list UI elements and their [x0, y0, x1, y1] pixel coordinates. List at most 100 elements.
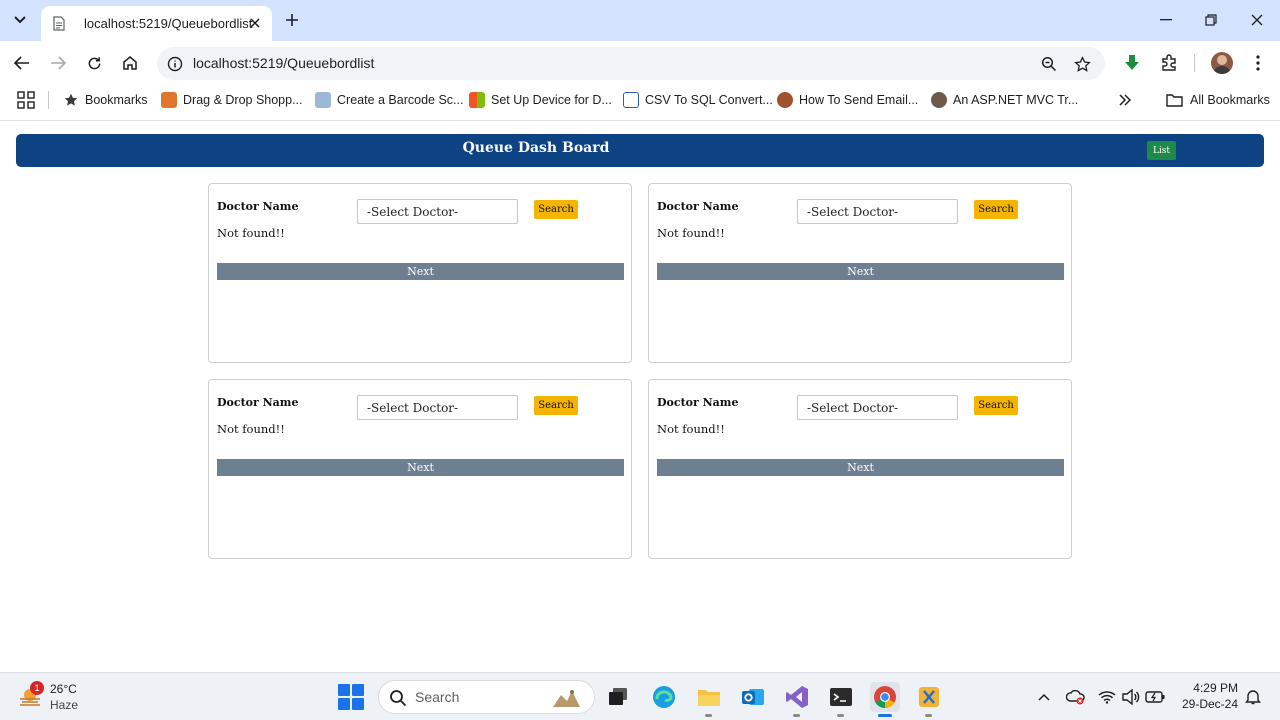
more-menu-icon[interactable]: [1246, 51, 1270, 75]
home-button[interactable]: [118, 51, 142, 75]
taskbar-app-terminal[interactable]: [826, 682, 856, 717]
next-button[interactable]: Next: [657, 263, 1064, 280]
tab-title: localhost:5219/Queuebordlist: [84, 16, 253, 31]
close-window-button[interactable]: [1245, 8, 1269, 32]
search-icon: [390, 690, 407, 707]
chevron-down-icon: [14, 16, 26, 24]
extensions-icon[interactable]: [1157, 51, 1181, 75]
info-icon[interactable]: [165, 54, 185, 74]
taskbar-app-chrome[interactable]: [870, 682, 900, 717]
taskbar-search[interactable]: Search: [378, 680, 595, 714]
bookmarks-overflow-button[interactable]: [1119, 90, 1131, 110]
bookmark-label: Set Up Device for D...: [491, 93, 612, 107]
bookmark-label: CSV To SQL Convert...: [645, 93, 773, 107]
taskbar-app-outlook[interactable]: [738, 682, 768, 712]
search-button[interactable]: Search: [974, 200, 1018, 219]
star-icon[interactable]: [1072, 54, 1092, 74]
list-button[interactable]: List: [1147, 141, 1176, 160]
search-placeholder: Search: [415, 689, 460, 705]
search-button[interactable]: Search: [534, 396, 578, 415]
status-text: Not found!!: [217, 226, 285, 240]
url-text: localhost:5219/Queuebordlist: [193, 55, 375, 71]
volume-icon[interactable]: [1121, 687, 1141, 707]
all-bookmarks-button[interactable]: All Bookmarks: [1166, 90, 1270, 110]
bookmark-label: Drag & Drop Shopp...: [183, 93, 303, 107]
bookmark-item[interactable]: How To Send Email...: [777, 90, 918, 110]
bookmark-favicon-icon: [931, 92, 947, 108]
taskbar-app-visual-studio[interactable]: [782, 682, 812, 717]
apps-grid-icon[interactable]: [17, 91, 35, 109]
all-bookmarks-label: All Bookmarks: [1190, 93, 1270, 107]
next-button[interactable]: Next: [657, 459, 1064, 476]
bookmark-item[interactable]: Drag & Drop Shopp...: [161, 90, 303, 110]
browser-toolbar: localhost:5219/Queuebordlist: [0, 41, 1280, 85]
doctor-name-label: Doctor Name: [217, 200, 299, 213]
search-button[interactable]: Search: [974, 396, 1018, 415]
bookmark-favicon-icon: [777, 92, 793, 108]
zoom-icon[interactable]: [1039, 54, 1059, 74]
battery-icon[interactable]: [1145, 687, 1165, 707]
status-text: Not found!!: [217, 422, 285, 436]
double-chevron-right-icon: [1119, 94, 1131, 106]
onedrive-status-icon[interactable]: [1066, 687, 1086, 707]
tab-search-button[interactable]: [6, 8, 34, 32]
visual-studio-icon: [786, 686, 808, 708]
back-button[interactable]: [10, 51, 34, 75]
taskbar-app-edge[interactable]: [649, 682, 679, 712]
bookmark-favicon-icon: [315, 92, 331, 108]
status-text: Not found!!: [657, 422, 725, 436]
doctor-name-label: Doctor Name: [657, 200, 739, 213]
close-icon[interactable]: [246, 14, 264, 32]
reload-button[interactable]: [82, 51, 106, 75]
bookmark-item-bookmarks[interactable]: Bookmarks: [64, 90, 148, 110]
profile-avatar[interactable]: [1211, 52, 1233, 74]
doctor-select[interactable]: -Select Doctor-: [357, 199, 518, 224]
doctor-name-label: Doctor Name: [217, 396, 299, 409]
task-view-button[interactable]: [603, 682, 633, 712]
windows-logo-icon: [469, 92, 485, 108]
next-button[interactable]: Next: [217, 263, 624, 280]
bookmark-favicon-icon: [623, 92, 639, 108]
weather-widget[interactable]: 1 26°C Haze: [16, 681, 126, 715]
status-text: Not found!!: [657, 226, 725, 240]
doctor-queue-card: Doctor Name -Select Doctor- Search Not f…: [648, 183, 1072, 363]
next-button[interactable]: Next: [217, 459, 624, 476]
show-hidden-icons-button[interactable]: [1034, 687, 1054, 707]
new-tab-button[interactable]: [281, 9, 303, 31]
search-button[interactable]: Search: [534, 200, 578, 219]
start-button[interactable]: [338, 684, 364, 710]
tab-strip: localhost:5219/Queuebordlist: [0, 0, 1280, 41]
page-title: Queue Dash Board: [462, 140, 610, 156]
reload-icon: [88, 56, 100, 69]
restore-button[interactable]: [1199, 8, 1223, 32]
bookmark-favicon-icon: [161, 92, 177, 108]
weather-description: Haze: [50, 698, 79, 712]
taskbar-app-file-explorer[interactable]: [694, 682, 724, 717]
taskbar-app-snipping[interactable]: [914, 682, 944, 717]
bookmark-item[interactable]: An ASP.NET MVC Tr...: [931, 90, 1078, 110]
browser-tab[interactable]: localhost:5219/Queuebordlist: [41, 6, 272, 41]
taskbar: 1 26°C Haze Search 4:29 PM 29-Dec-24: [0, 672, 1280, 720]
notification-center-icon[interactable]: [1243, 687, 1263, 707]
terminal-icon: [830, 688, 852, 706]
address-bar[interactable]: localhost:5219/Queuebordlist: [157, 47, 1105, 80]
download-icon[interactable]: [1120, 51, 1144, 75]
system-clock[interactable]: 4:29 PM 29-Dec-24: [1180, 680, 1238, 712]
doctor-select[interactable]: -Select Doctor-: [797, 199, 958, 224]
page-icon: [53, 16, 67, 32]
bookmarks-bar: Bookmarks Drag & Drop Shopp... Create a …: [0, 85, 1280, 115]
doctor-select[interactable]: -Select Doctor-: [357, 395, 518, 420]
bookmark-item[interactable]: Set Up Device for D...: [469, 90, 612, 110]
minimize-icon: [1160, 19, 1172, 21]
bookmark-item[interactable]: CSV To SQL Convert...: [623, 90, 773, 110]
viewport-divider: [0, 120, 1280, 121]
bookmark-item[interactable]: Create a Barcode Sc...: [315, 90, 463, 110]
wifi-icon[interactable]: [1097, 687, 1117, 707]
weather-temperature: 26°C: [50, 682, 77, 696]
windows-logo-icon: [338, 684, 350, 696]
arrow-left-icon: [14, 56, 29, 70]
forward-button[interactable]: [46, 51, 70, 75]
close-icon: [1251, 14, 1263, 26]
doctor-select[interactable]: -Select Doctor-: [797, 395, 958, 420]
minimize-button[interactable]: [1154, 8, 1178, 32]
